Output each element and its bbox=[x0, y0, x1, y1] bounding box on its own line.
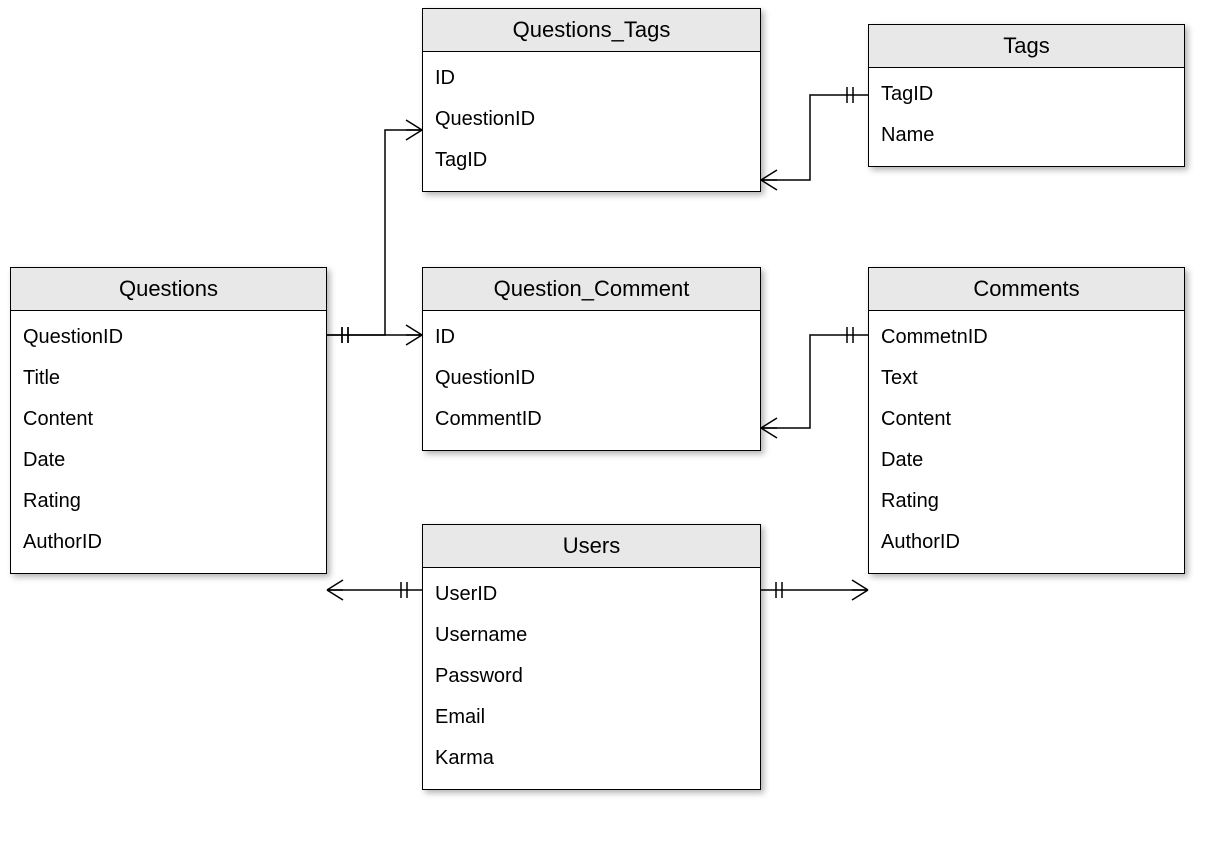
entity-users-header: Users bbox=[423, 525, 760, 568]
entity-comments-body: CommetnID Text Content Date Rating Autho… bbox=[869, 311, 1184, 573]
field: Rating bbox=[23, 481, 314, 522]
field: CommetnID bbox=[881, 317, 1172, 358]
field: TagID bbox=[435, 140, 748, 181]
field: ID bbox=[435, 58, 748, 99]
entity-tags: Tags TagID Name bbox=[868, 24, 1185, 167]
field: ID bbox=[435, 317, 748, 358]
entity-questions-tags: Questions_Tags ID QuestionID TagID bbox=[422, 8, 761, 192]
field: QuestionID bbox=[23, 317, 314, 358]
entity-questions-body: QuestionID Title Content Date Rating Aut… bbox=[11, 311, 326, 573]
field: Content bbox=[23, 399, 314, 440]
field: AuthorID bbox=[23, 522, 314, 563]
field: Password bbox=[435, 656, 748, 697]
entity-comments-header: Comments bbox=[869, 268, 1184, 311]
field: Date bbox=[881, 440, 1172, 481]
field: TagID bbox=[881, 74, 1172, 115]
entity-users-body: UserID Username Password Email Karma bbox=[423, 568, 760, 789]
entity-tags-body: TagID Name bbox=[869, 68, 1184, 166]
field: Title bbox=[23, 358, 314, 399]
field: Rating bbox=[881, 481, 1172, 522]
entity-questions-header: Questions bbox=[11, 268, 326, 311]
entity-tags-header: Tags bbox=[869, 25, 1184, 68]
entity-question-comment: Question_Comment ID QuestionID CommentID bbox=[422, 267, 761, 451]
field: Text bbox=[881, 358, 1172, 399]
field: Karma bbox=[435, 738, 748, 779]
field: QuestionID bbox=[435, 358, 748, 399]
field: AuthorID bbox=[881, 522, 1172, 563]
entity-questions-tags-body: ID QuestionID TagID bbox=[423, 52, 760, 191]
entity-questions-tags-header: Questions_Tags bbox=[423, 9, 760, 52]
field: QuestionID bbox=[435, 99, 748, 140]
entity-users: Users UserID Username Password Email Kar… bbox=[422, 524, 761, 790]
field: Email bbox=[435, 697, 748, 738]
field: Date bbox=[23, 440, 314, 481]
field: Name bbox=[881, 115, 1172, 156]
entity-comments: Comments CommetnID Text Content Date Rat… bbox=[868, 267, 1185, 574]
entity-question-comment-body: ID QuestionID CommentID bbox=[423, 311, 760, 450]
field: Content bbox=[881, 399, 1172, 440]
entity-questions: Questions QuestionID Title Content Date … bbox=[10, 267, 327, 574]
field: Username bbox=[435, 615, 748, 656]
field: UserID bbox=[435, 574, 748, 615]
field: CommentID bbox=[435, 399, 748, 440]
entity-question-comment-header: Question_Comment bbox=[423, 268, 760, 311]
